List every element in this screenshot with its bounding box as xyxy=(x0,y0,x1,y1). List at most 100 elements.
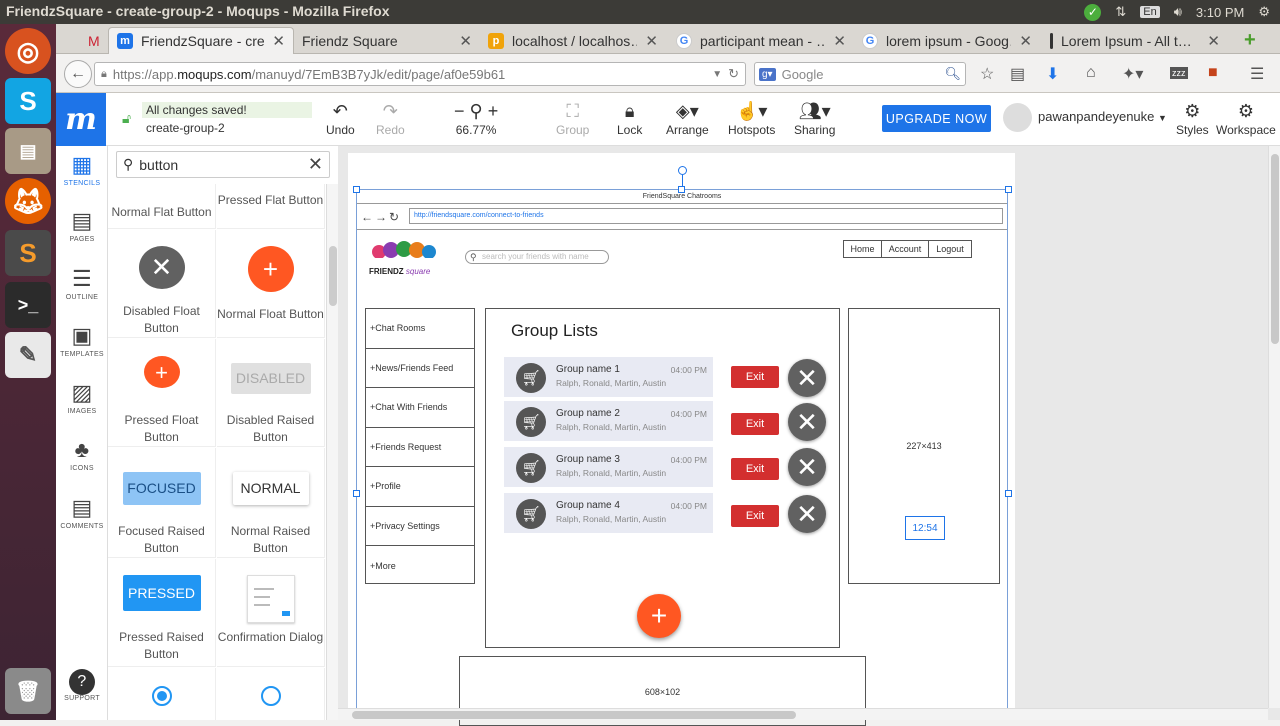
google-icon[interactable]: g▾ xyxy=(759,67,776,81)
rail-outline[interactable]: ☰ OUTLINE xyxy=(56,264,108,301)
stencil-scrollbar[interactable] xyxy=(326,184,338,720)
list-item[interactable]: 🛒︎ Group name 3 Ralph, Ronald, Martin, A… xyxy=(504,447,713,487)
reading-list-icon[interactable]: ▤ xyxy=(1010,64,1025,84)
exit-button[interactable]: Exit xyxy=(731,366,779,388)
stencil-search-input[interactable]: ⚲ button ✕ xyxy=(116,151,330,178)
rail-comments[interactable]: ▤ COMMENTS xyxy=(56,493,108,530)
dropdown-icon[interactable]: ▼ xyxy=(712,69,722,80)
firefox-icon[interactable]: 🦊︎ xyxy=(5,178,51,224)
right-placeholder[interactable]: 227×413 12:54 xyxy=(848,308,1000,584)
hotspots-button[interactable]: ☝▾ Hotspots xyxy=(728,99,775,137)
close-icon[interactable]: ✕ xyxy=(788,448,826,486)
redo-button[interactable]: ↷ Redo xyxy=(376,99,405,137)
rail-support[interactable]: ? SUPPORT xyxy=(56,669,108,702)
zoom-control[interactable]: − ⚲ +66.77% xyxy=(454,99,498,137)
extension-box-icon[interactable]: ■ xyxy=(1208,64,1218,82)
menu-item[interactable]: +Profile xyxy=(366,467,474,507)
nav-logout-button[interactable]: Logout xyxy=(928,240,972,258)
scrollbar-thumb[interactable] xyxy=(329,246,337,306)
close-icon[interactable]: ✕ xyxy=(788,403,826,441)
close-icon[interactable]: ✕ xyxy=(1019,32,1032,50)
arrange-button[interactable]: ◈▾ Arrange xyxy=(666,99,709,137)
browser-tab[interactable]: p localhost / localhos… ✕ xyxy=(480,27,666,54)
search-icon[interactable]: 🔍︎ xyxy=(944,66,961,82)
moqups-logo[interactable]: m xyxy=(56,93,106,146)
scrollbar-thumb[interactable] xyxy=(1271,154,1279,344)
file-manager-icon[interactable]: ▤ xyxy=(5,128,51,174)
document-name[interactable]: create-group-2 xyxy=(142,118,312,138)
exit-button[interactable]: Exit xyxy=(731,458,779,480)
rail-stencils[interactable]: ▦ STENCILS xyxy=(56,150,108,187)
close-icon[interactable]: ✕ xyxy=(833,32,846,50)
zoom-icon[interactable]: − ⚲ + xyxy=(454,99,498,123)
browser-tab[interactable]: Friendz Square ✕ xyxy=(294,27,480,54)
stencil-item[interactable]: FOCUSED Focused Raised Button xyxy=(108,448,216,558)
stencil-item[interactable] xyxy=(217,668,325,720)
nav-account-button[interactable]: Account xyxy=(881,240,929,258)
stencil-item[interactable]: ✕ Disabled Float Button xyxy=(108,230,216,338)
list-item[interactable]: 🛒︎ Group name 2 Ralph, Ronald, Martin, A… xyxy=(504,401,713,441)
close-icon[interactable]: ✕ xyxy=(788,359,826,397)
clear-icon[interactable]: ✕ xyxy=(308,154,323,175)
close-icon[interactable]: ✕ xyxy=(788,495,826,533)
list-item[interactable]: 🛒︎ Group name 4 Ralph, Ronald, Martin, A… xyxy=(504,493,713,533)
exit-button[interactable]: Exit xyxy=(731,413,779,435)
rail-icons[interactable]: ♣ ICONS xyxy=(56,435,108,472)
stencil-item[interactable]: + Normal Float Button xyxy=(217,230,325,338)
menu-item[interactable]: +Chat Rooms xyxy=(366,309,474,349)
resize-handle[interactable] xyxy=(1005,186,1012,193)
back-button[interactable]: ← xyxy=(64,60,92,88)
resize-handle[interactable] xyxy=(353,186,360,193)
sync-ok-icon[interactable]: ✓ xyxy=(1084,3,1102,21)
close-icon[interactable]: ✕ xyxy=(645,32,658,50)
menu-item[interactable]: +Chat With Friends xyxy=(366,388,474,428)
browser-tab[interactable]: G participant mean - … ✕ xyxy=(668,27,854,54)
browser-tab[interactable]: m FriendzSquare - cre… ✕ xyxy=(108,27,294,54)
skype-icon[interactable]: S xyxy=(5,78,51,124)
bookmark-star-icon[interactable]: ☆ xyxy=(980,64,994,84)
stencil-item[interactable]: Confirmation Dialog xyxy=(217,559,325,667)
trash-icon[interactable]: 🗑︎ xyxy=(5,668,51,714)
menu-item[interactable]: +More xyxy=(366,546,474,586)
workspace-button[interactable]: ⚙ Workspace xyxy=(1216,99,1276,137)
resize-handle[interactable] xyxy=(353,490,360,497)
power-icon[interactable]: ⚙ xyxy=(1258,4,1270,20)
resize-handle[interactable] xyxy=(1005,490,1012,497)
gmail-pinned-tab[interactable]: M xyxy=(80,27,106,54)
rail-pages[interactable]: ▤ PAGES xyxy=(56,206,108,243)
browser-tab[interactable]: Lorem Ipsum - All t… ✕ xyxy=(1042,27,1228,54)
volume-icon[interactable]: 🔊︎ xyxy=(1174,4,1182,20)
stencil-item[interactable] xyxy=(108,668,216,720)
stencil-item[interactable]: DISABLED Disabled Raised Button xyxy=(217,339,325,447)
canvas-vertical-scrollbar[interactable] xyxy=(1268,146,1280,708)
menu-item[interactable]: +News/Friends Feed xyxy=(366,349,474,388)
reload-icon[interactable]: ↻ xyxy=(728,66,739,82)
rail-images[interactable]: ▨ IMAGES xyxy=(56,378,108,415)
close-icon[interactable]: ✕ xyxy=(459,32,472,50)
extension-zzz-icon[interactable]: zzz xyxy=(1170,67,1188,79)
upgrade-button[interactable]: UPGRADE NOW xyxy=(882,105,991,132)
mockup-search-input[interactable]: ⚲ search your friends with name xyxy=(465,250,609,264)
scrollbar-thumb[interactable] xyxy=(352,711,796,719)
browser-tab[interactable]: G lorem ipsum - Goog… ✕ xyxy=(854,27,1040,54)
styles-button[interactable]: ⚙ Styles xyxy=(1176,99,1209,137)
menu-item[interactable]: +Privacy Settings xyxy=(366,507,474,546)
keyboard-layout[interactable]: En xyxy=(1140,6,1160,18)
rotate-handle[interactable] xyxy=(678,166,687,175)
stencil-item[interactable]: Pressed Flat Button xyxy=(217,184,325,229)
url-bar[interactable]: 🔒︎ https://app.moqups.com/manuyd/7EmB3B7… xyxy=(94,62,746,86)
rail-templates[interactable]: ▣ TEMPLATES xyxy=(56,321,108,358)
stencil-item[interactable]: Normal Flat Button xyxy=(108,184,216,229)
terminal-icon[interactable]: >_ xyxy=(5,282,51,328)
home-icon[interactable]: ⌂ xyxy=(1086,64,1096,82)
stencil-item[interactable]: + Pressed Float Button xyxy=(108,339,216,447)
exit-button[interactable]: Exit xyxy=(731,505,779,527)
close-icon[interactable]: ✕ xyxy=(272,32,285,50)
menu-item[interactable]: +Friends Request xyxy=(366,428,474,467)
close-icon[interactable]: ✕ xyxy=(1207,32,1220,50)
resize-handle[interactable] xyxy=(678,186,685,193)
stencil-item[interactable]: PRESSED Pressed Raised Button xyxy=(108,559,216,667)
text-editor-icon[interactable]: ✎ xyxy=(5,332,51,378)
clock[interactable]: 3:10 PM xyxy=(1196,5,1244,20)
extension-icon[interactable]: ✦▾ xyxy=(1122,64,1143,84)
